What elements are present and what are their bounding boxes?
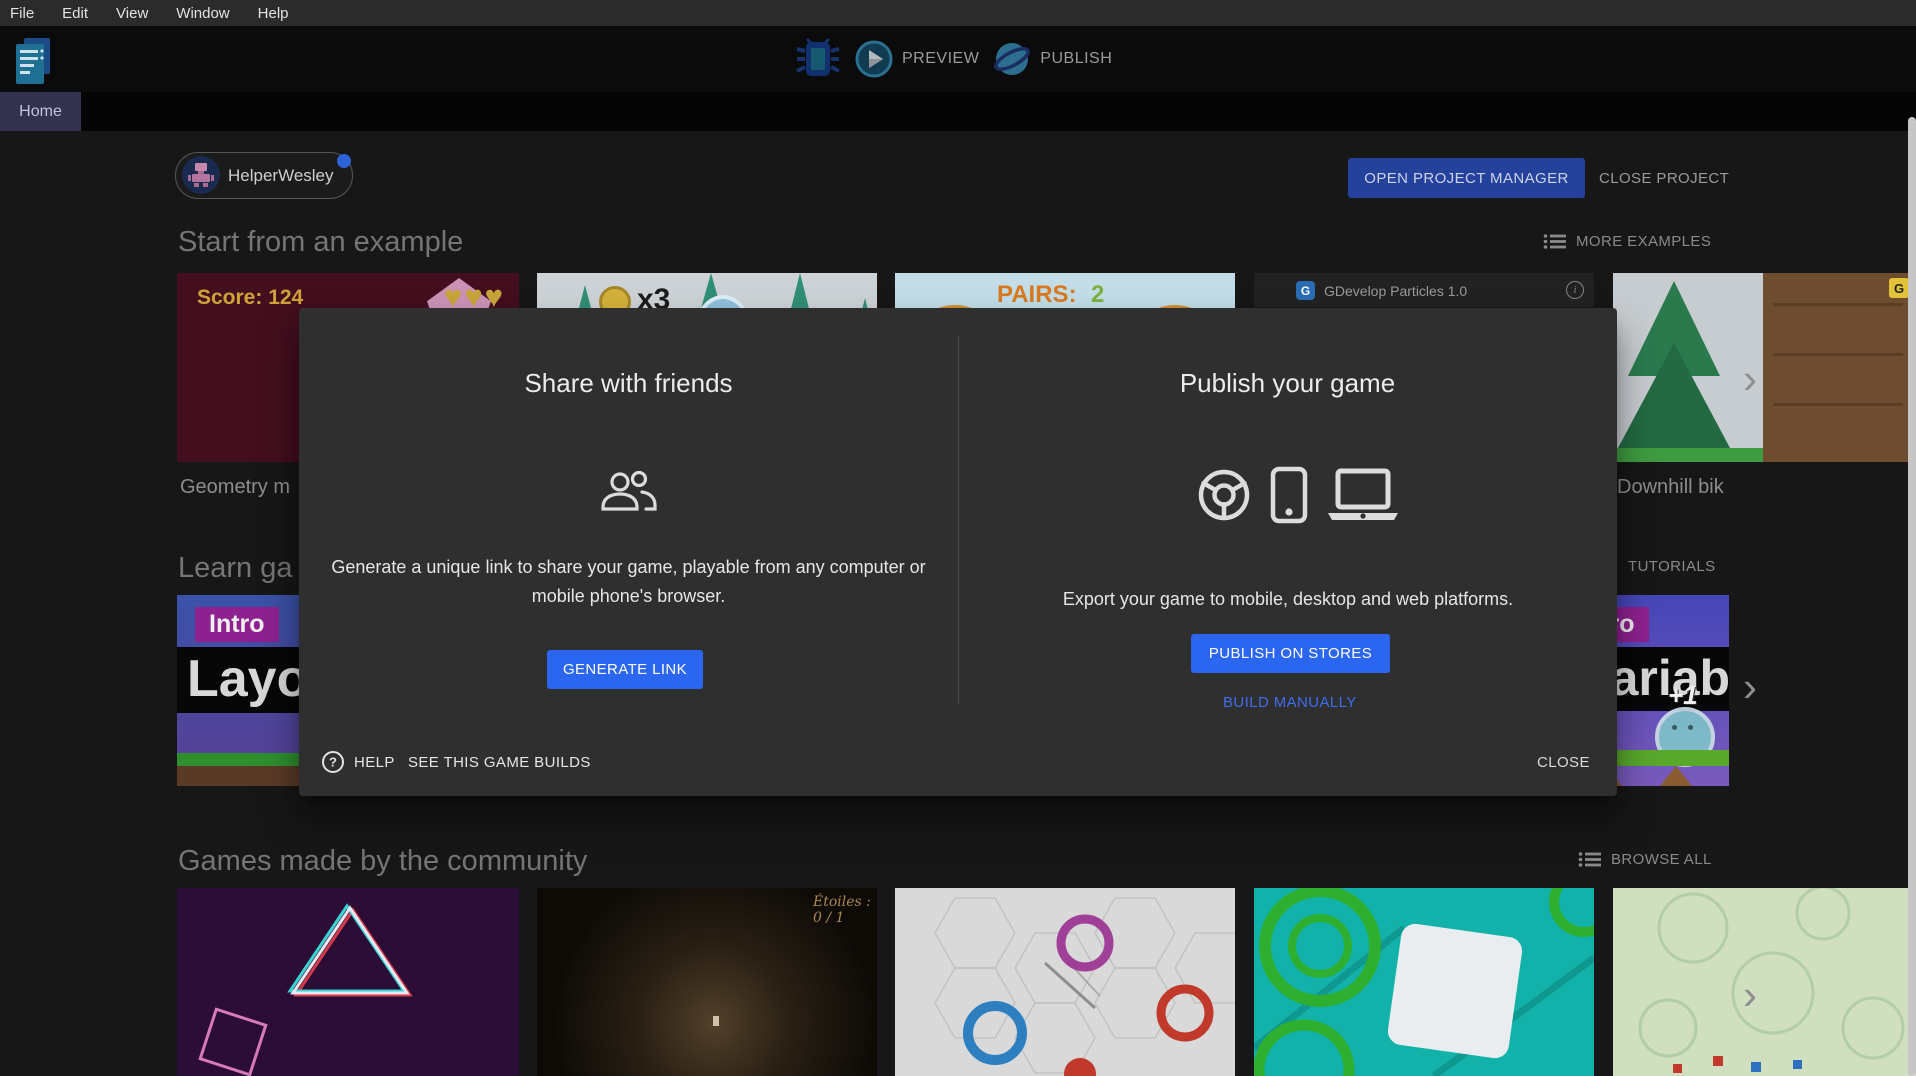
tab-home-label: Home xyxy=(19,103,62,121)
project-manager-icon[interactable] xyxy=(12,36,56,88)
ghost-eye xyxy=(1688,725,1693,730)
platform-icons xyxy=(1196,466,1400,524)
tab-bar xyxy=(0,92,1916,131)
publish-globe-icon xyxy=(993,40,1031,78)
example-caption: Downhill bik xyxy=(1617,476,1724,499)
app-window: File Edit View Window Help xyxy=(0,0,1916,1076)
help-icon: ? xyxy=(321,750,345,774)
debug-icon[interactable] xyxy=(795,37,841,81)
particles-title: GDevelop Particles 1.0 xyxy=(1324,283,1467,299)
menu-window[interactable]: Window xyxy=(176,5,229,22)
pairs-value: 2 xyxy=(1091,281,1104,309)
dirt-line xyxy=(1773,303,1903,306)
browse-all-button[interactable]: BROWSE ALL xyxy=(1578,851,1712,868)
badge: G xyxy=(1889,278,1909,298)
spike xyxy=(1660,766,1692,786)
community-section-title: Games made by the community xyxy=(178,845,587,878)
dirt-wall xyxy=(1763,273,1916,462)
preview-label: PREVIEW xyxy=(902,50,979,68)
community-thumb-hexagons[interactable] xyxy=(895,888,1235,1076)
info-icon[interactable]: i xyxy=(1566,281,1584,299)
publish-body-text: Export your game to mobile, desktop and … xyxy=(988,585,1588,614)
help-button[interactable]: ? HELP xyxy=(321,750,395,774)
score-label: Score: 124 xyxy=(197,286,303,310)
publish-title: Publish your game xyxy=(958,368,1617,399)
dirt-line xyxy=(1773,403,1903,406)
community-thumb-neon[interactable] xyxy=(177,888,519,1076)
more-examples-label: MORE EXAMPLES xyxy=(1576,233,1711,250)
people-icon xyxy=(598,468,658,514)
scrollbar-thumb[interactable] xyxy=(1908,117,1916,1076)
publish-on-stores-button[interactable]: PUBLISH ON STORES xyxy=(1191,634,1390,673)
laptop-icon xyxy=(1326,466,1400,524)
grass-strip xyxy=(1613,448,1763,462)
menu-bar: File Edit View Window Help xyxy=(0,0,1916,26)
close-project-button[interactable]: CLOSE PROJECT xyxy=(1593,166,1735,190)
more-examples-button[interactable]: MORE EXAMPLES xyxy=(1543,233,1711,250)
ghost-eye xyxy=(1672,725,1677,730)
gdevelop-mini-logo: G xyxy=(1296,281,1315,300)
example-thumb-downhill[interactable]: G xyxy=(1613,273,1916,462)
build-manually-button[interactable]: BUILD MANUALLY xyxy=(1217,693,1363,712)
intro-badge: Intro xyxy=(195,607,279,642)
menu-help[interactable]: Help xyxy=(258,5,289,22)
share-dialog: Share with friends Generate a unique lin… xyxy=(299,308,1617,796)
community-thumb-rings[interactable] xyxy=(1254,888,1594,1076)
publish-label: PUBLISH xyxy=(1040,50,1112,68)
see-builds-button[interactable]: SEE THIS GAME BUILDS xyxy=(408,754,591,771)
open-project-manager-button[interactable]: OPEN PROJECT MANAGER xyxy=(1348,158,1585,198)
pairs-label: PAIRS: xyxy=(997,281,1077,309)
preview-button[interactable]: PREVIEW xyxy=(855,40,979,78)
community-thumb-campfire[interactable]: Étoiles : 0 / 1 xyxy=(537,888,877,1076)
dirt-line xyxy=(1773,353,1903,356)
learn-section-title: Learn ga xyxy=(178,552,293,585)
browse-all-label: BROWSE ALL xyxy=(1611,851,1712,868)
chrome-icon xyxy=(1196,467,1252,523)
close-dialog-button[interactable]: CLOSE xyxy=(1537,754,1590,771)
help-label: HELP xyxy=(354,754,395,771)
list-icon xyxy=(1543,233,1567,250)
username: HelperWesley xyxy=(228,166,334,186)
tutorials-label: TUTORIALS xyxy=(1628,558,1716,575)
stars-counter: Étoiles : 0 / 1 xyxy=(813,894,877,926)
generate-link-button[interactable]: GENERATE LINK xyxy=(547,650,703,689)
preview-play-icon xyxy=(855,40,893,78)
list-icon xyxy=(1578,851,1602,868)
pine-tree xyxy=(1618,343,1730,448)
examples-section-title: Start from an example xyxy=(178,226,463,259)
toolbar-center: PREVIEW PUBLISH xyxy=(795,26,1112,92)
publish-button[interactable]: PUBLISH xyxy=(993,40,1112,78)
smartphone-icon xyxy=(1270,466,1308,524)
chevron-right-icon[interactable]: › xyxy=(1743,358,1757,400)
notification-dot xyxy=(337,154,351,168)
example-caption: Geometry m xyxy=(180,476,290,499)
tab-home[interactable]: Home xyxy=(0,92,81,131)
share-title: Share with friends xyxy=(299,368,958,399)
community-thumb-bubbles[interactable] xyxy=(1613,888,1916,1076)
tiny-player xyxy=(713,1016,719,1026)
menu-view[interactable]: View xyxy=(116,5,148,22)
user-chip[interactable]: HelperWesley xyxy=(175,152,353,199)
menu-file[interactable]: File xyxy=(10,5,34,22)
chevron-right-icon[interactable]: › xyxy=(1743,666,1757,708)
chevron-right-icon[interactable]: › xyxy=(1743,974,1757,1016)
tutorials-button[interactable]: TUTORIALS xyxy=(1628,558,1716,575)
svg-text:?: ? xyxy=(329,755,337,770)
avatar xyxy=(182,156,220,194)
share-body-text: Generate a unique link to share your gam… xyxy=(331,553,926,611)
menu-edit[interactable]: Edit xyxy=(62,5,88,22)
